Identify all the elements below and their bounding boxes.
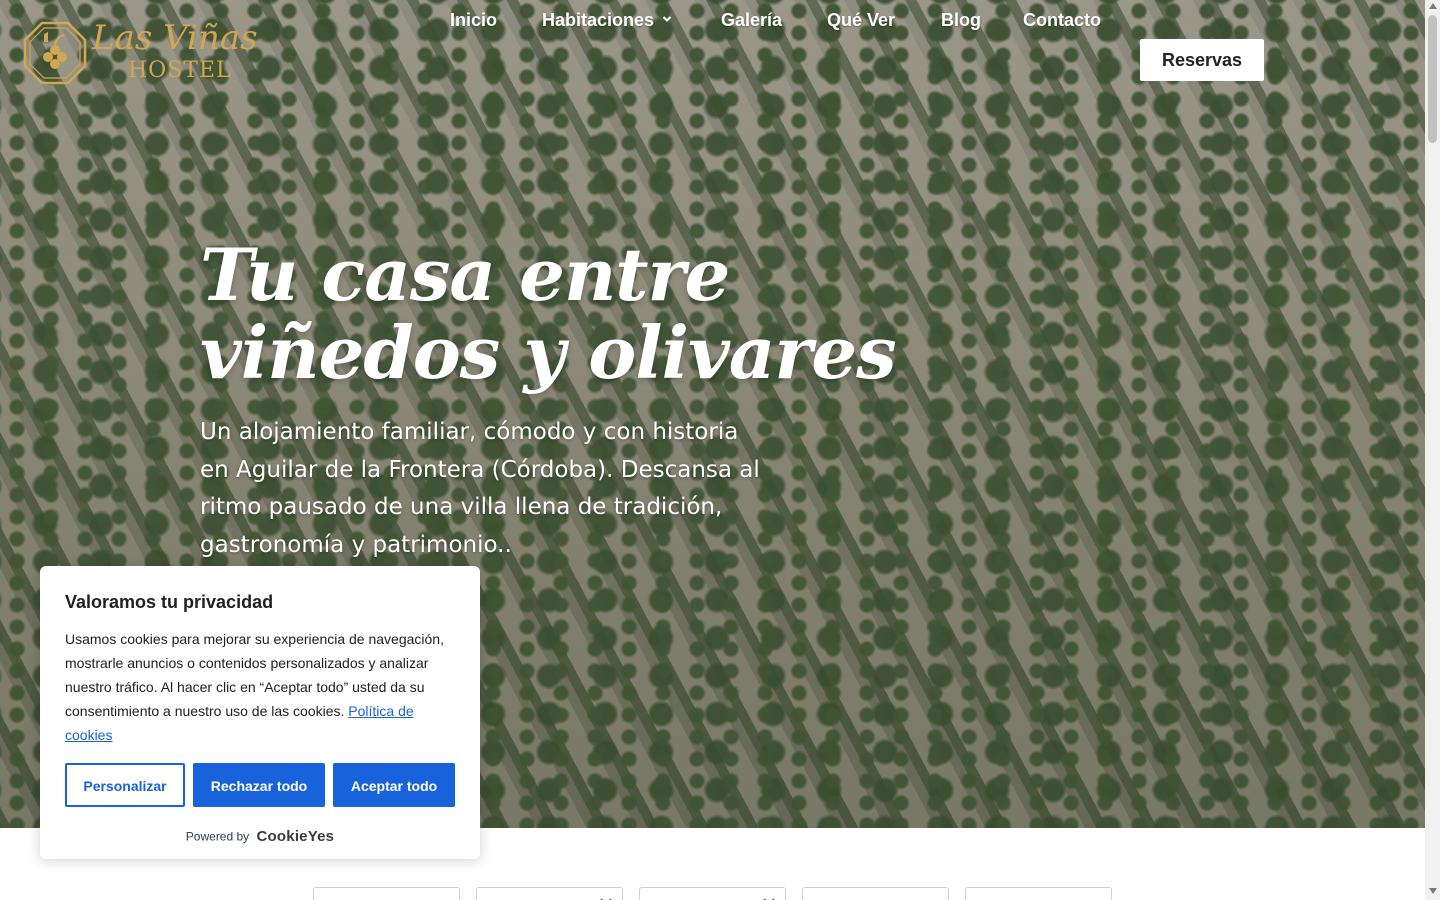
grape-emblem-icon bbox=[23, 21, 87, 85]
booking-checkout-field[interactable] bbox=[476, 887, 623, 900]
customize-button[interactable]: Personalizar bbox=[65, 763, 185, 807]
page-scrollbar[interactable] bbox=[1425, 0, 1440, 900]
chevron-down-icon bbox=[600, 894, 612, 900]
cookie-title: Valoramos tu privacidad bbox=[65, 592, 274, 612]
reservas-button[interactable]: Reservas bbox=[1140, 39, 1264, 81]
nav-item-blog[interactable]: Blog bbox=[941, 0, 981, 40]
nav-item-habitaciones[interactable]: Habitaciones bbox=[542, 0, 672, 40]
booking-search-field[interactable] bbox=[965, 887, 1112, 900]
reject-all-button[interactable]: Rechazar todo bbox=[193, 763, 325, 807]
powered-by: Powered by CookieYes bbox=[40, 828, 480, 845]
chevron-down-icon bbox=[662, 16, 672, 22]
cookie-banner: Valoramos tu privacidad Usamos cookies p… bbox=[40, 566, 480, 859]
booking-rooms-field[interactable] bbox=[802, 887, 949, 900]
booking-guests-field[interactable] bbox=[639, 887, 786, 900]
booking-checkin-field[interactable] bbox=[313, 887, 460, 900]
site-logo[interactable]: Las Viñas HOSTEL bbox=[22, 18, 272, 86]
scroll-up-arrow-icon[interactable] bbox=[1429, 3, 1437, 9]
nav-item-que-ver[interactable]: Qué Ver bbox=[827, 0, 895, 40]
powered-by-label: Powered by bbox=[185, 829, 250, 844]
hero-title-line2: viñedos y olivares bbox=[200, 310, 897, 395]
nav-item-label: Habitaciones bbox=[542, 10, 655, 30]
scroll-down-arrow-icon[interactable] bbox=[1429, 888, 1437, 894]
logo-name: Las Viñas bbox=[92, 18, 258, 58]
hero-title: Tu casa entre viñedos y olivares bbox=[200, 236, 900, 392]
accept-all-button[interactable]: Aceptar todo bbox=[333, 763, 455, 807]
hero-title-line1: Tu casa entre bbox=[200, 232, 730, 317]
logo-subtitle: HOSTEL bbox=[128, 58, 232, 83]
cookieyes-logo[interactable]: CookieYes bbox=[257, 828, 335, 845]
cookie-text: Usamos cookies para mejorar su experienc… bbox=[65, 627, 457, 747]
nav-item-contacto[interactable]: Contacto bbox=[1023, 0, 1101, 40]
scrollbar-thumb[interactable] bbox=[1428, 15, 1437, 143]
nav-item-galeria[interactable]: Galería bbox=[721, 0, 782, 40]
nav-item-inicio[interactable]: Inicio bbox=[450, 0, 497, 40]
chevron-down-icon bbox=[763, 894, 775, 900]
hero-subtitle: Un alojamiento familiar, cómodo y con hi… bbox=[200, 419, 760, 558]
